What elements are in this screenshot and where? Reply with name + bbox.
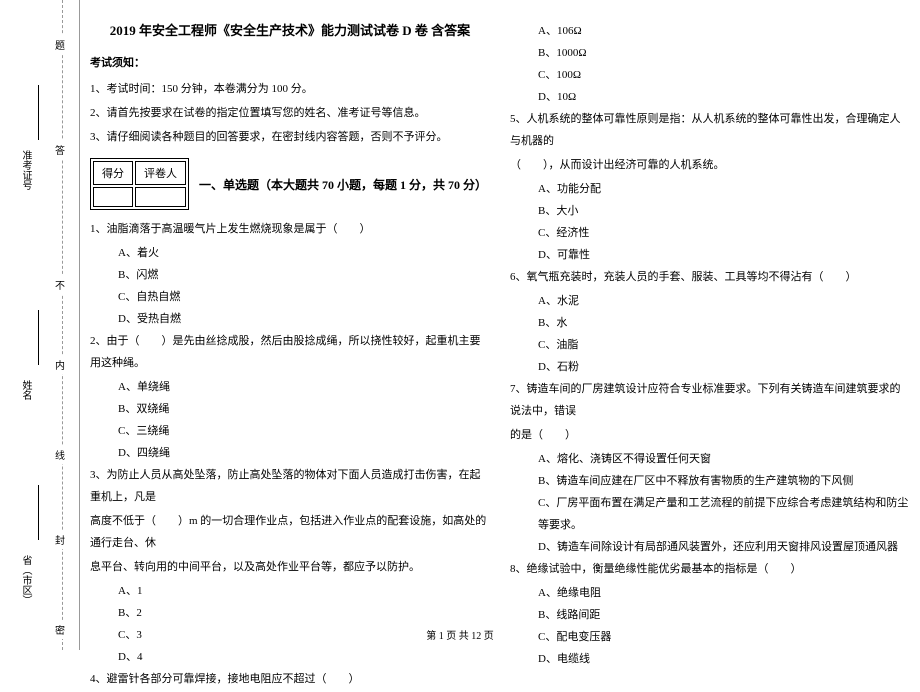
q4-b: B、1000Ω	[510, 42, 910, 64]
q3-stem-2: 高度不低于（ ）m 的一切合理作业点，包括进入作业点的配套设施，如高处的通行走台…	[90, 510, 490, 554]
q3-b: B、2	[90, 602, 490, 624]
q4-d: D、10Ω	[510, 86, 910, 108]
page-content: 2019 年安全工程师《安全生产技术》能力测试试卷 D 卷 含答案 考试须知： …	[90, 20, 910, 692]
q1-b: B、闪燃	[90, 264, 490, 286]
q8-b: B、线路间距	[510, 604, 910, 626]
q2-d: D、四绕绳	[90, 442, 490, 464]
dash-da: 答	[55, 140, 65, 159]
right-column: A、106Ω B、1000Ω C、100Ω D、10Ω 5、人机系统的整体可靠性…	[510, 20, 910, 692]
q5-stem-2: （ ），从而设计出经济可靠的人机系统。	[510, 154, 910, 176]
score-pingjuanren: 评卷人	[135, 161, 186, 185]
q5-c: C、经济性	[510, 222, 910, 244]
q8-d: D、电缆线	[510, 648, 910, 670]
q3-stem-1: 3、为防止人员从高处坠落，防止高处坠落的物体对下面人员造成打击伤害，在起重机上，…	[90, 464, 490, 508]
field-province-line	[38, 485, 39, 540]
left-column: 2019 年安全工程师《安全生产技术》能力测试试卷 D 卷 含答案 考试须知： …	[90, 20, 490, 692]
q8-stem: 8、绝缘试验中，衡量绝缘性能优劣最基本的指标是（ ）	[510, 558, 910, 580]
dash-feng: 封	[55, 530, 65, 549]
q3-d: D、4	[90, 646, 490, 668]
q3-a: A、1	[90, 580, 490, 602]
q7-stem-2: 的是（ ）	[510, 424, 910, 446]
field-name-line	[38, 310, 39, 365]
field-name-label: 姓名	[18, 380, 33, 400]
q6-c: C、油脂	[510, 334, 910, 356]
q2-b: B、双绕绳	[90, 398, 490, 420]
q7-c: C、厂房平面布置在满足产量和工艺流程的前提下应综合考虑建筑结构和防尘等要求。	[510, 492, 910, 536]
q7-b: B、铸造车间应建在厂区中不释放有害物质的生产建筑物的下风侧	[510, 470, 910, 492]
dash-xian: 线	[55, 445, 65, 464]
seal-dashed-line	[62, 0, 63, 650]
q7-d: D、铸造车间除设计有局部通风装置外，还应利用天窗排风设置屋顶通风器	[510, 536, 910, 558]
q1-c: C、自热自燃	[90, 286, 490, 308]
q3-stem-3: 息平台、转向用的中间平台，以及高处作业平台等，都应予以防护。	[90, 556, 490, 578]
q4-stem: 4、避雷针各部分可靠焊接，接地电阻应不超过（ ）	[90, 668, 490, 690]
dash-nei: 内	[55, 355, 65, 374]
q5-b: B、大小	[510, 200, 910, 222]
q1-stem: 1、油脂滴落于高温暖气片上发生燃烧现象是属于（ ）	[90, 218, 490, 240]
score-pingjuanren-blank[interactable]	[135, 187, 186, 207]
q7-a: A、熔化、浇铸区不得设置任何天窗	[510, 448, 910, 470]
q2-a: A、单绕绳	[90, 376, 490, 398]
q7-stem-1: 7、铸造车间的厂房建筑设计应符合专业标准要求。下列有关铸造车间建筑要求的说法中，…	[510, 378, 910, 422]
q6-stem: 6、氧气瓶充装时，充装人员的手套、服装、工具等均不得沾有（ ）	[510, 266, 910, 288]
binding-margin: 省（市区） 姓名 准考证号 密 封 线 内 不 答 题	[0, 0, 80, 650]
q5-d: D、可靠性	[510, 244, 910, 266]
score-section-row: 得分 评卷人 一、单选题（本大题共 70 小题，每题 1 分，共 70 分）	[90, 150, 490, 218]
q1-a: A、着火	[90, 242, 490, 264]
q2-c: C、三绕绳	[90, 420, 490, 442]
q2-stem: 2、由于（ ）是先由丝捻成股，然后由股捻成绳，所以挠性较好，起重机主要用这种绳。	[90, 330, 490, 374]
dash-bu: 不	[55, 275, 65, 294]
notice-1: 1、考试时间：150 分钟，本卷满分为 100 分。	[90, 78, 490, 100]
q5-stem-1: 5、人机系统的整体可靠性原则是指：从人机系统的整体可靠性出发，合理确定人与机器的	[510, 108, 910, 152]
notice-2: 2、请首先按要求在试卷的指定位置填写您的姓名、准考证号等信息。	[90, 102, 490, 124]
q4-c: C、100Ω	[510, 64, 910, 86]
score-table: 得分 评卷人	[90, 158, 189, 210]
exam-title: 2019 年安全工程师《安全生产技术》能力测试试卷 D 卷 含答案	[90, 20, 490, 39]
q6-b: B、水	[510, 312, 910, 334]
score-defen-blank[interactable]	[93, 187, 133, 207]
score-defen: 得分	[93, 161, 133, 185]
section-1-title: 一、单选题（本大题共 70 小题，每题 1 分，共 70 分）	[199, 176, 487, 193]
q6-a: A、水泥	[510, 290, 910, 312]
q1-d: D、受热自燃	[90, 308, 490, 330]
field-province-label: 省（市区）	[18, 555, 33, 605]
q5-a: A、功能分配	[510, 178, 910, 200]
notice-3: 3、请仔细阅读各种题目的回答要求，在密封线内容答题，否则不予评分。	[90, 126, 490, 148]
dash-ti: 题	[55, 35, 65, 54]
q8-a: A、绝缘电阻	[510, 582, 910, 604]
q6-d: D、石粉	[510, 356, 910, 378]
page-footer: 第 1 页 共 12 页	[0, 627, 920, 642]
field-ticket-line	[38, 85, 39, 140]
field-ticket-label: 准考证号	[18, 150, 33, 190]
notice-header: 考试须知：	[90, 54, 490, 70]
q4-a: A、106Ω	[510, 20, 910, 42]
